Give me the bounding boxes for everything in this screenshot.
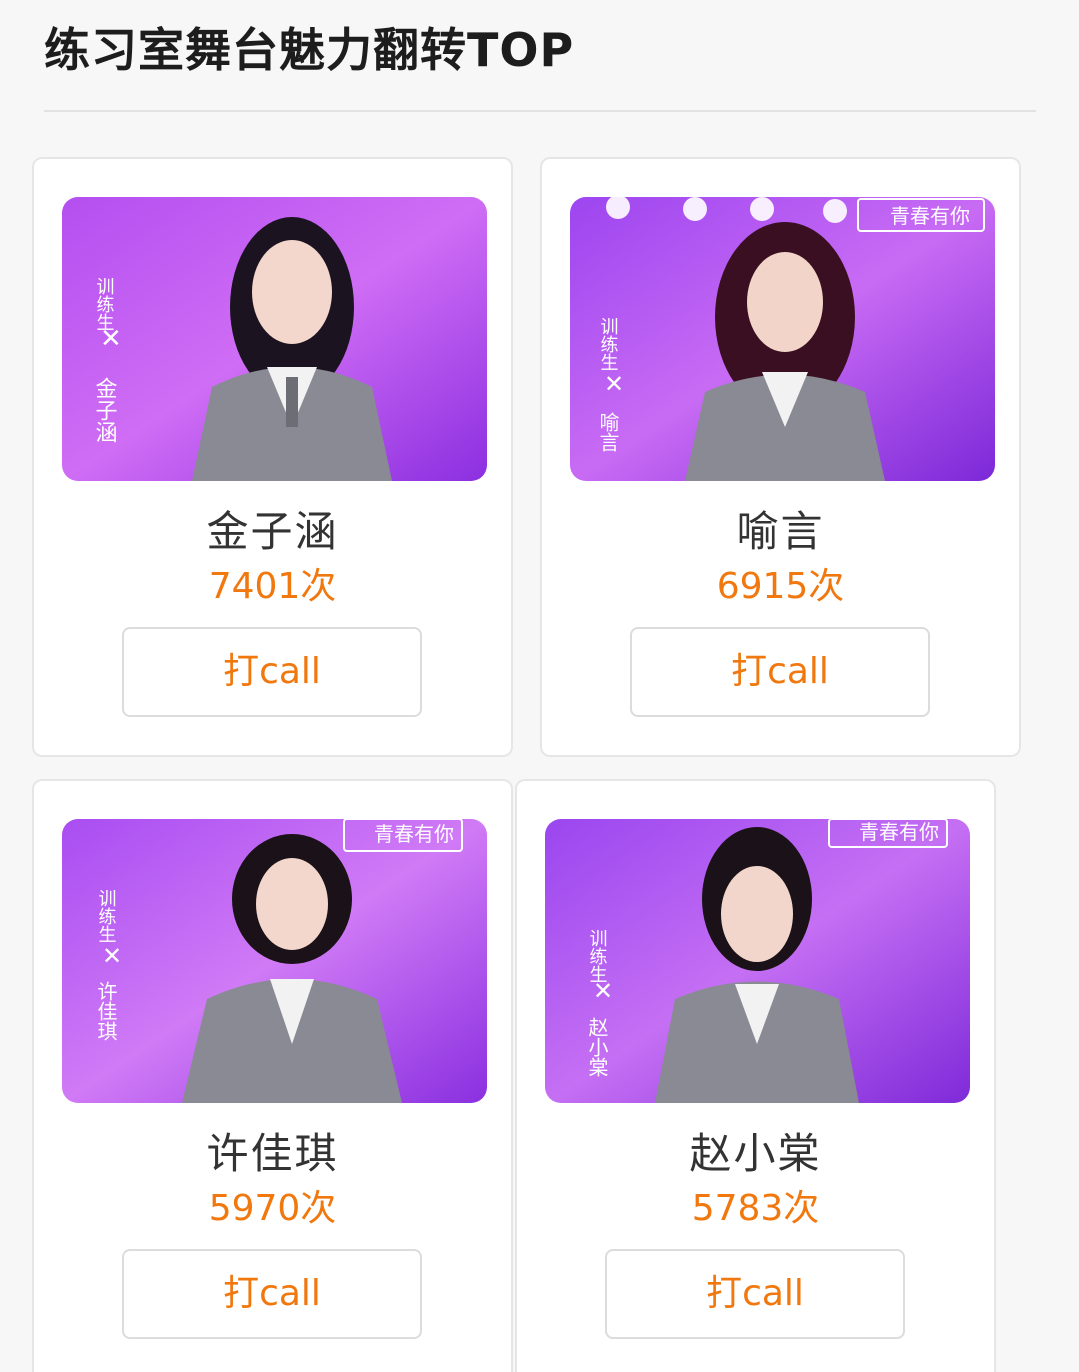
vote-count: 5970次 — [208, 1188, 337, 1229]
photo-caption-name: 喻言 — [596, 412, 620, 452]
vote-count: 7401次 — [208, 566, 337, 607]
trainee-photo[interactable]: 青春有你 训练生 ✕ 许佳琪 — [62, 819, 487, 1103]
vote-count: 6915次 — [716, 566, 845, 607]
svg-text:✕: ✕ — [100, 324, 122, 354]
svg-text:✕: ✕ — [593, 977, 613, 1005]
trainee-card: 青春有你 训练生 ✕ 赵小棠 赵小棠 5783次 打call — [515, 779, 996, 1372]
trainee-name: 赵小棠 — [689, 1129, 822, 1178]
call-button[interactable]: 打call — [630, 627, 930, 717]
svg-text:✕: ✕ — [102, 942, 122, 970]
photo-logo: 青春有你 — [890, 204, 970, 228]
trainee-name: 喻言 — [736, 507, 825, 556]
svg-text:训练生: 训练生 — [96, 889, 117, 943]
svg-text:训练生: 训练生 — [94, 277, 115, 331]
photo-logo: 青春有你 — [859, 820, 939, 844]
vote-count: 5783次 — [691, 1188, 820, 1229]
trainee-photo[interactable]: 青春有你 训练生 ✕ 喻言 — [570, 197, 995, 481]
trainee-card: 训练生 ✕ 金子涵 金子涵 7401次 打call — [32, 157, 513, 757]
trainee-photo[interactable]: 青春有你 训练生 ✕ 赵小棠 — [545, 819, 970, 1103]
trainee-card: 青春有你 训练生 ✕ 喻言 喻言 6915次 打call — [540, 157, 1021, 757]
page: 练习室舞台魅力翻转TOP 训练生 ✕ 金子涵 金子涵 7401次 打call 青… — [0, 0, 1079, 1372]
photo-caption-name: 赵小棠 — [585, 1017, 609, 1077]
call-button[interactable]: 打call — [122, 627, 422, 717]
trainee-name: 许佳琪 — [206, 1129, 339, 1178]
title-divider — [44, 110, 1036, 112]
call-button[interactable]: 打call — [122, 1249, 422, 1339]
page-title: 练习室舞台魅力翻转TOP — [44, 23, 575, 77]
photo-caption-name: 许佳琪 — [94, 981, 118, 1041]
call-button[interactable]: 打call — [605, 1249, 905, 1339]
svg-text:训练生: 训练生 — [587, 929, 608, 983]
photo-caption-name: 金子涵 — [92, 377, 118, 443]
svg-text:训练生: 训练生 — [598, 317, 619, 371]
trainee-photo[interactable]: 训练生 ✕ 金子涵 — [62, 197, 487, 481]
photo-logo: 青春有你 — [374, 822, 454, 846]
trainee-name: 金子涵 — [206, 507, 339, 556]
trainee-card: 青春有你 训练生 ✕ 许佳琪 许佳琪 5970次 打call — [32, 779, 513, 1372]
svg-text:✕: ✕ — [604, 370, 624, 398]
